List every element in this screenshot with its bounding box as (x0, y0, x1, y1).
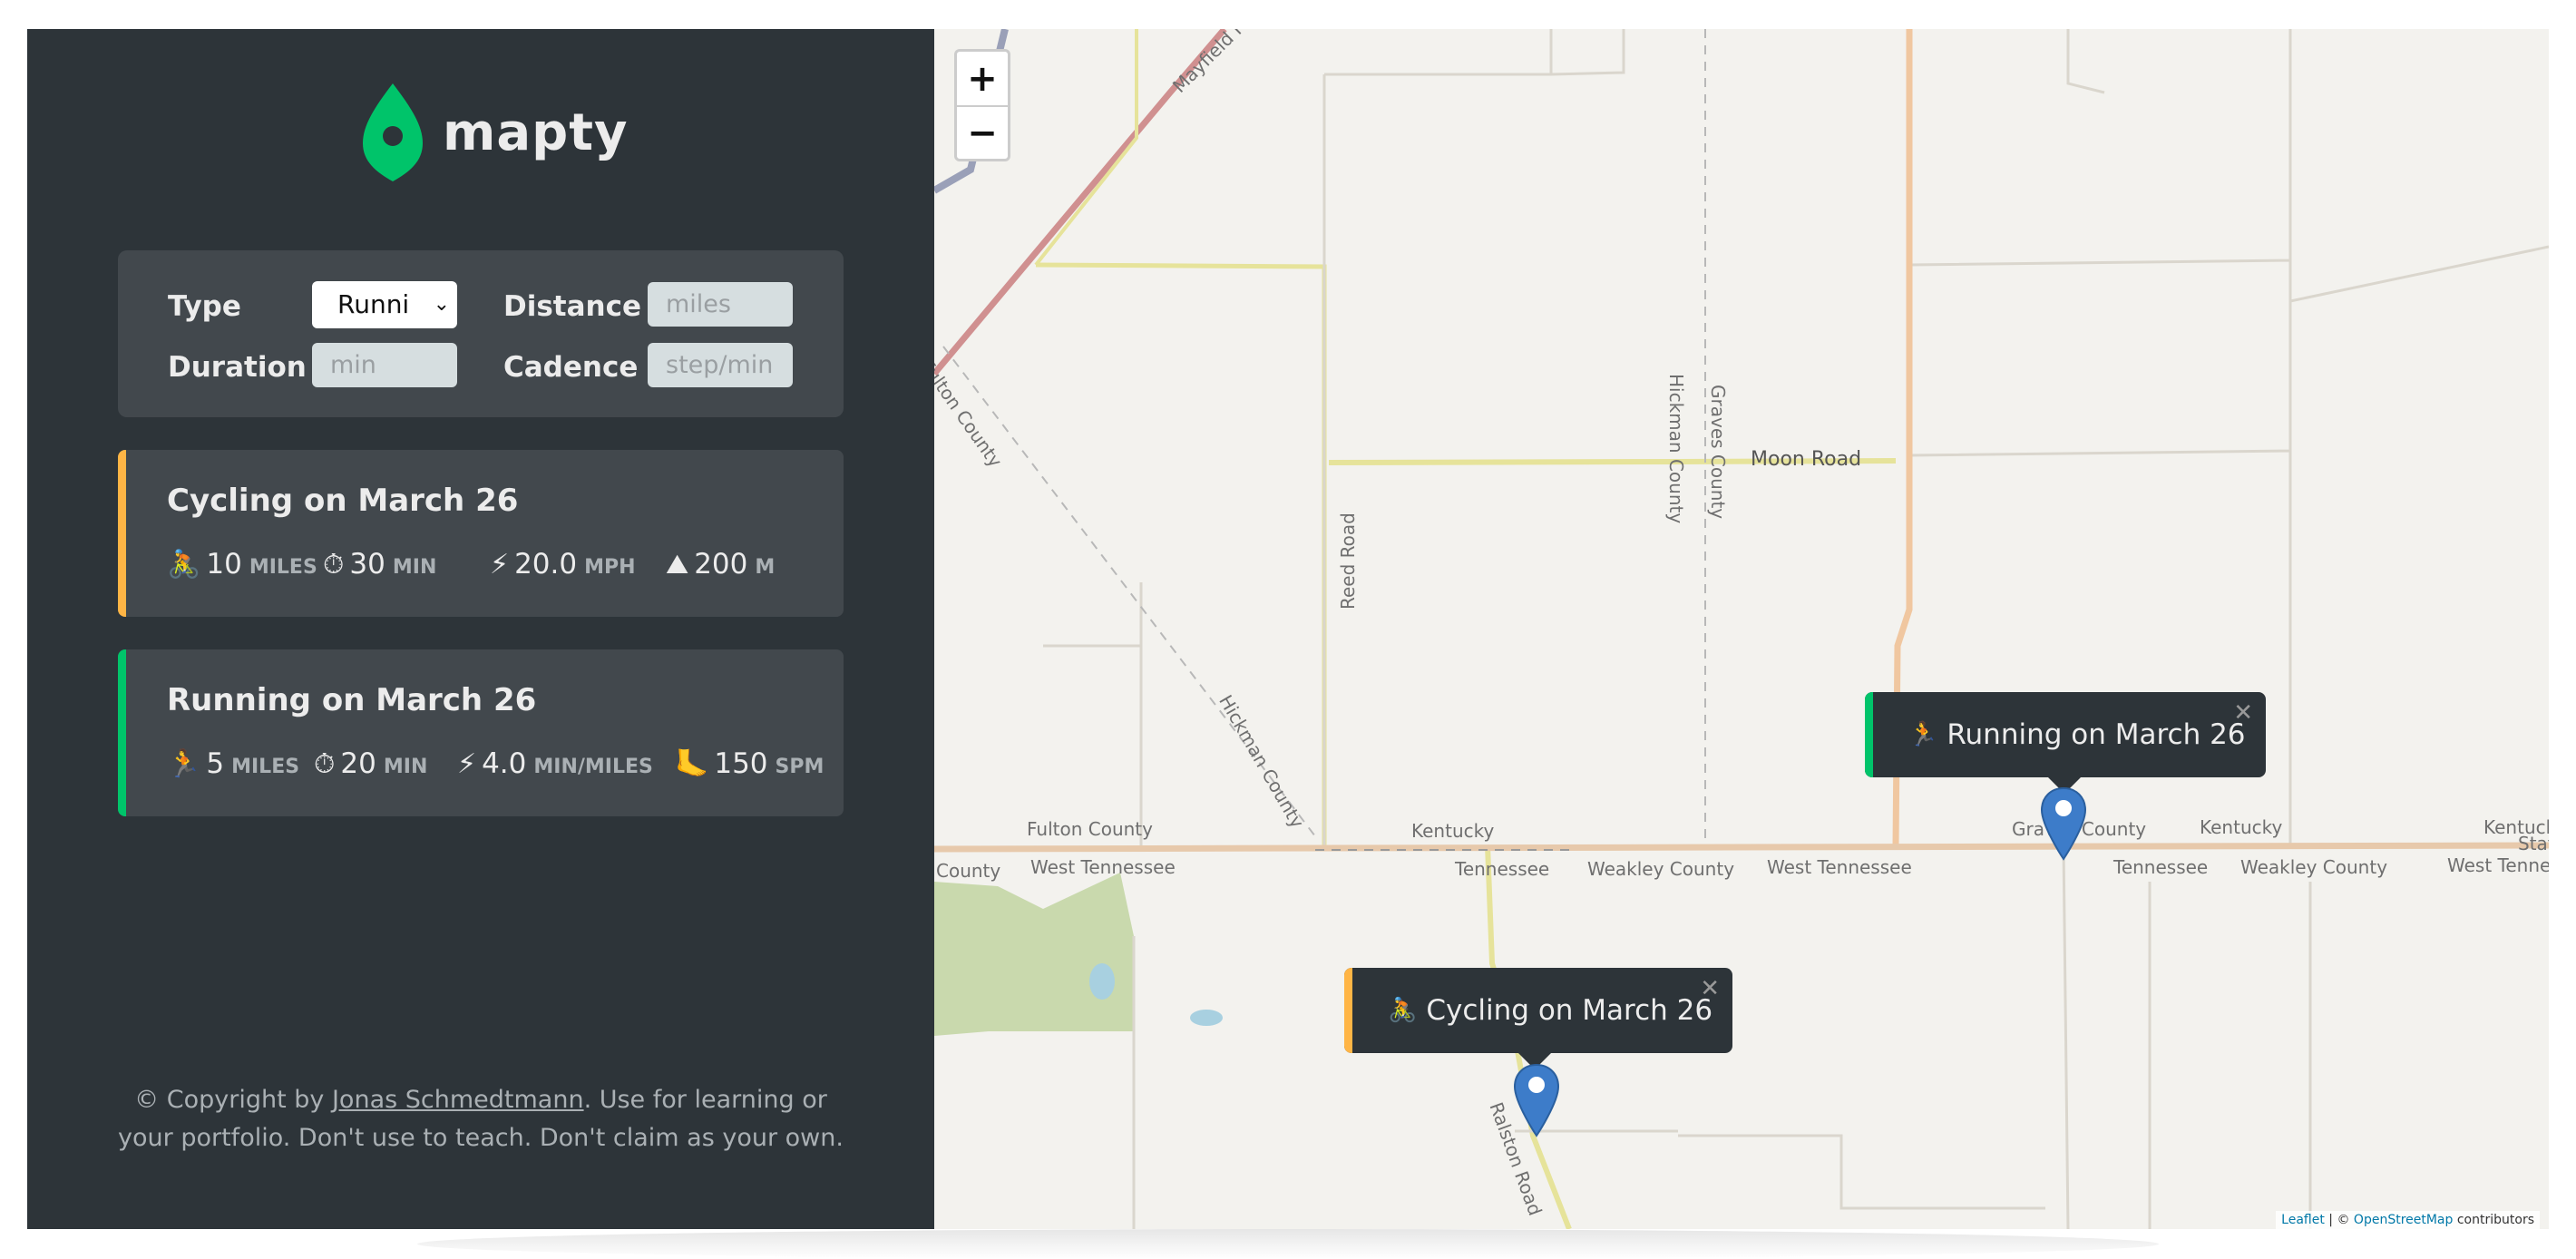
map-label: Hickman County (1665, 374, 1687, 524)
osm-link[interactable]: OpenStreetMap (2354, 1213, 2453, 1227)
map-popup-cycling[interactable]: 🚴 Cycling on March 26 ✕ (1344, 968, 1732, 1069)
workout-item-cycling[interactable]: Cycling on March 26 🚴 10 miles ⏱ 30 min … (118, 450, 844, 617)
map-label: West Tennessee (1767, 856, 1912, 878)
workout-pace: ⚡ 4.0 min/miles (457, 747, 653, 780)
workout-color-bar (118, 450, 126, 617)
window-shadow (417, 1229, 2159, 1259)
workout-item-running[interactable]: Running on March 26 🏃 5 miles ⏱ 20 min ⚡… (118, 649, 844, 816)
close-icon[interactable]: ✕ (1700, 975, 1720, 1002)
popup-color-bar (1865, 692, 1873, 777)
mountain-icon: ⛰ (666, 549, 689, 581)
runner-icon: 🏃 (1908, 721, 1938, 748)
close-icon[interactable]: ✕ (2233, 699, 2253, 727)
lightning-icon: ⚡ (457, 748, 477, 780)
map-label: Kentucky (2200, 816, 2283, 838)
map[interactable]: + − Mayfield Road Fulton County Hickman … (934, 29, 2549, 1229)
author-link[interactable]: Jonas Schmedtmann (332, 1086, 584, 1114)
map-label: County (936, 860, 1001, 882)
map-label: West Tenness (2447, 854, 2549, 876)
stopwatch-icon: ⏱ (314, 748, 336, 780)
popup-color-bar (1344, 968, 1352, 1053)
cadence-label: Cadence (503, 351, 639, 384)
map-marker-icon[interactable] (2040, 786, 2087, 861)
zoom-control: + − (954, 49, 1010, 161)
map-label: Moon Road (1751, 448, 1862, 471)
cadence-input[interactable]: step/min (648, 343, 793, 387)
logo: mapty (363, 83, 629, 181)
app-container: mapty Type Runni ⌄ Distance miles Durati… (27, 29, 2549, 1229)
workout-distance: 🏃 5 miles (167, 747, 300, 780)
type-select[interactable]: Runni ⌄ (312, 281, 457, 328)
duration-label: Duration (168, 351, 307, 384)
stopwatch-icon: ⏱ (323, 549, 345, 581)
map-label: Fulton County (1027, 818, 1153, 840)
workout-duration: ⏱ 30 min (323, 548, 437, 581)
map-label: Tennessee (2113, 856, 2209, 878)
map-label: Tennessee (1455, 858, 1550, 880)
cyclist-icon: 🚴 (1388, 997, 1418, 1024)
lightning-icon: ⚡ (490, 549, 510, 581)
workout-speed: ⚡ 20.0 mph (490, 548, 636, 581)
popup-text: Cycling on March 26 (1426, 994, 1713, 1027)
workout-title: Running on March 26 (167, 682, 537, 718)
map-label: Weakley County (2240, 856, 2388, 878)
workout-form: Type Runni ⌄ Distance miles Duration min… (118, 250, 844, 417)
map-label: State (2518, 833, 2549, 854)
type-select-value: Runni (337, 289, 410, 319)
map-popup-running[interactable]: 🏃 Running on March 26 ✕ (1865, 692, 2266, 794)
app-name: mapty (443, 102, 629, 162)
workout-color-bar (118, 649, 126, 816)
zoom-in-button[interactable]: + (957, 52, 1008, 105)
sidebar: mapty Type Runni ⌄ Distance miles Durati… (27, 29, 934, 1229)
map-label: Weakley County (1587, 858, 1735, 880)
copyright-text: © Copyright by Jonas Schmedtmann. Use fo… (118, 1086, 844, 1152)
foot-icon: 🦶 (675, 748, 709, 780)
workout-distance: 🚴 10 miles (167, 548, 317, 581)
workout-duration: ⏱ 20 min (314, 747, 428, 780)
distance-label: Distance (503, 290, 642, 323)
zoom-out-button[interactable]: − (957, 105, 1008, 159)
runner-icon: 🏃 (167, 748, 201, 780)
map-label: Reed Road (1337, 512, 1359, 610)
map-label: Kentucky (1411, 820, 1495, 842)
map-pin-logo-icon (363, 83, 423, 181)
popup-text: Running on March 26 (1947, 718, 2246, 751)
map-attribution: Leaflet | © OpenStreetMap contributors (2276, 1211, 2540, 1229)
workout-cadence: 🦶 150 spm (675, 747, 825, 780)
map-label: West Tennessee (1030, 856, 1176, 878)
distance-input[interactable]: miles (648, 282, 793, 327)
type-label: Type (168, 290, 241, 323)
map-marker-icon[interactable] (1513, 1063, 1560, 1137)
cyclist-icon: 🚴 (167, 549, 201, 581)
workout-title: Cycling on March 26 (167, 483, 519, 519)
workout-elevation: ⛰ 200 m (666, 548, 776, 581)
leaflet-link[interactable]: Leaflet (2281, 1213, 2325, 1227)
chevron-down-icon: ⌄ (433, 293, 450, 316)
map-tiles (934, 29, 2549, 1229)
duration-input[interactable]: min (312, 343, 457, 387)
map-label: Graves County (1707, 385, 1729, 520)
